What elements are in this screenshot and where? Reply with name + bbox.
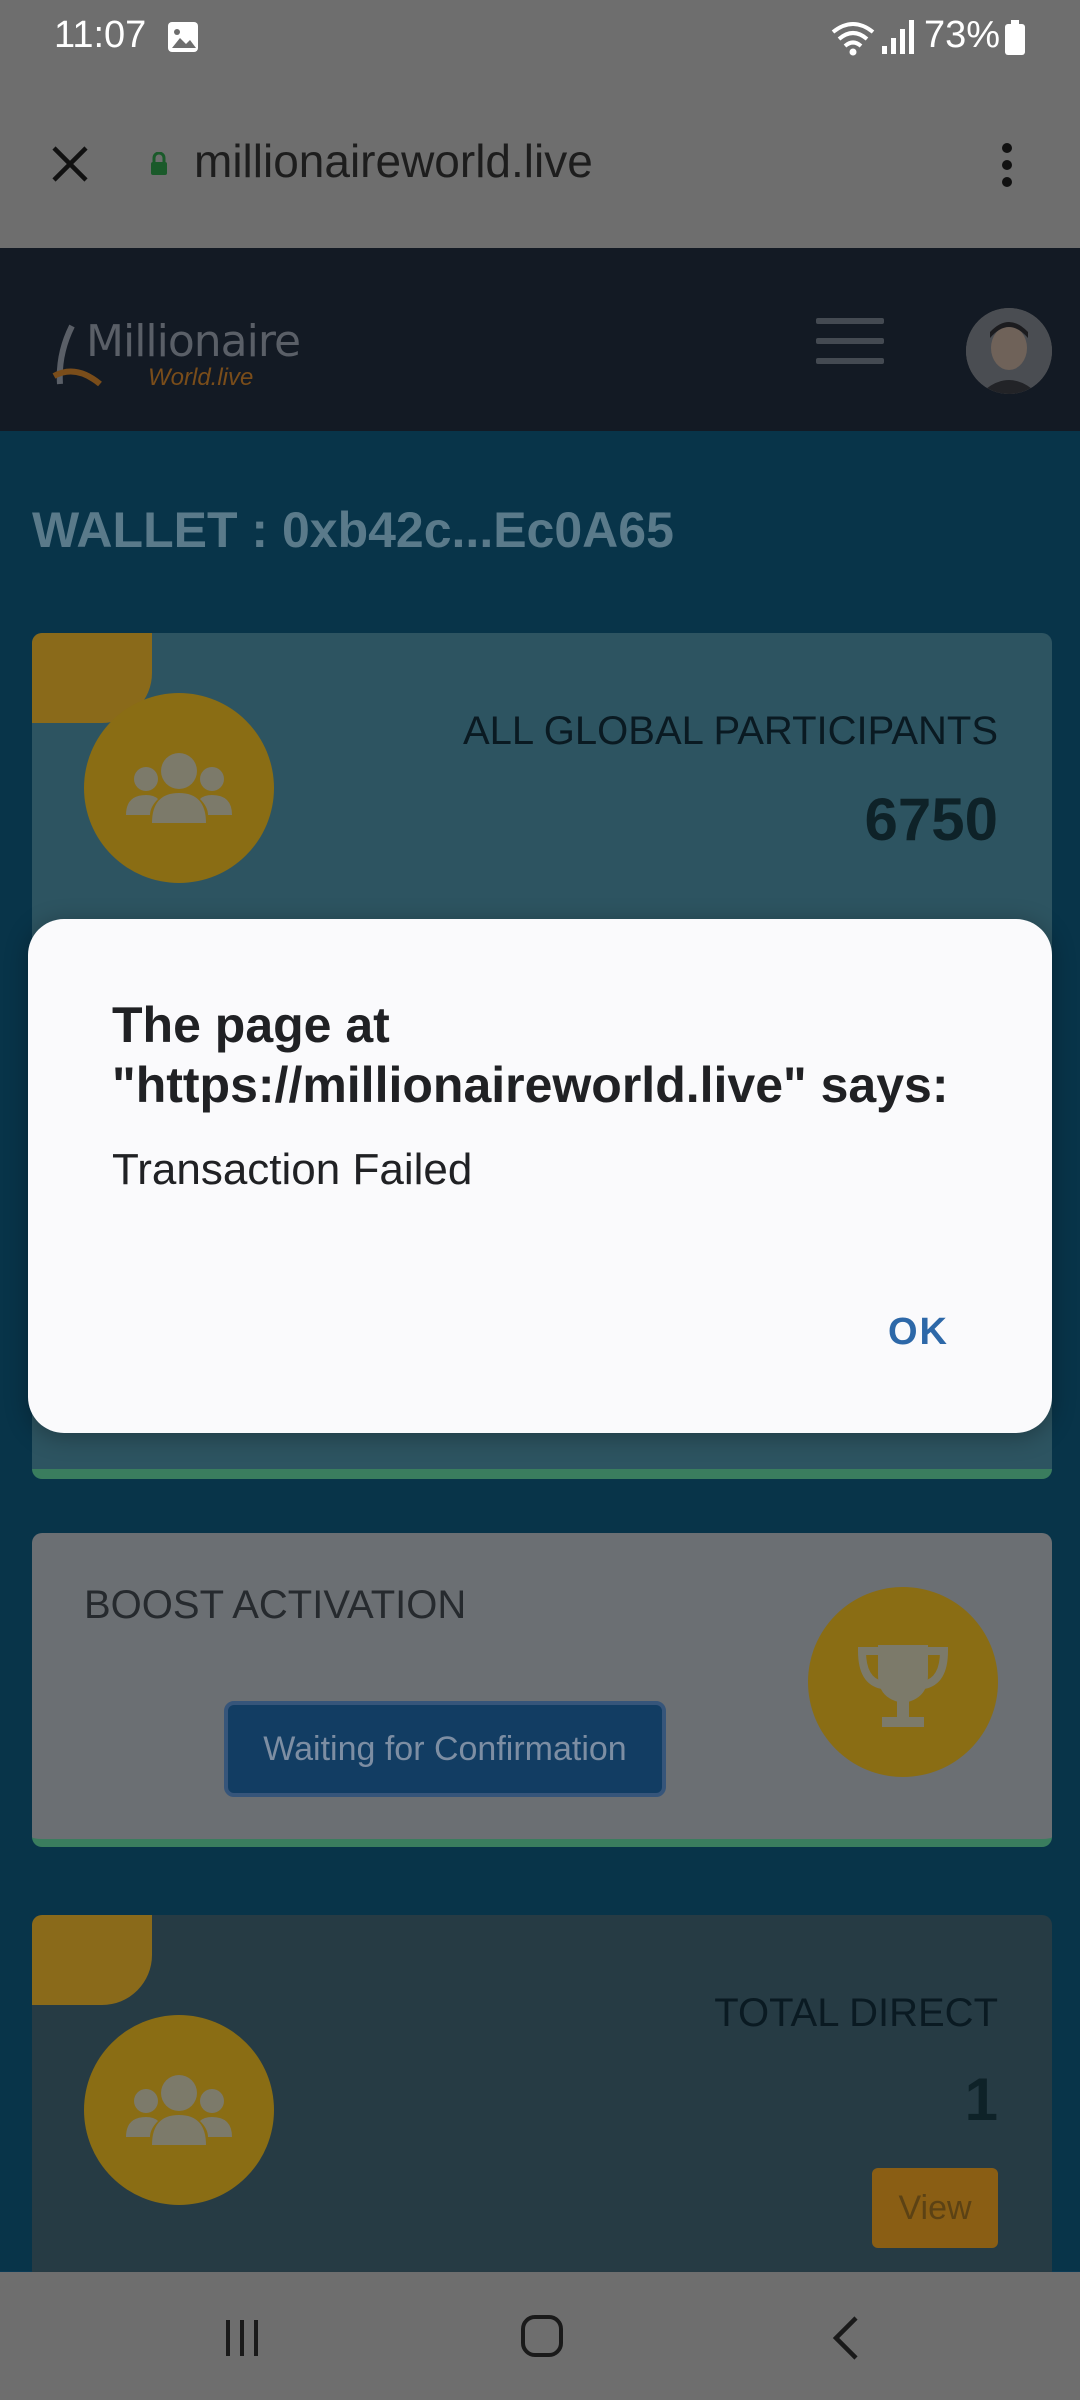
waiting-confirmation-button[interactable]: Waiting for Confirmation bbox=[224, 1701, 666, 1797]
ok-button[interactable]: OK bbox=[888, 1311, 949, 1354]
total-direct-value: 1 bbox=[964, 2066, 998, 2133]
trophy-icon-circle bbox=[808, 1587, 998, 1777]
close-tab-icon[interactable] bbox=[48, 142, 92, 186]
logo-text-sub: World.live bbox=[148, 364, 254, 391]
url-text[interactable]: millionaireworld.live bbox=[194, 134, 593, 188]
back-icon[interactable] bbox=[830, 2314, 860, 2362]
global-participants-title: ALL GLOBAL PARTICIPANTS bbox=[463, 709, 998, 753]
status-time: 11:07 bbox=[54, 14, 147, 56]
lock-icon bbox=[151, 152, 167, 175]
home-icon[interactable] bbox=[520, 2314, 564, 2358]
boost-activation-title: BOOST ACTIVATION bbox=[84, 1583, 467, 1627]
dialog-heading: The page at "https://millionaireworld.li… bbox=[112, 997, 949, 1113]
logo-text-main: Millionaire bbox=[86, 316, 301, 367]
users-group-icon bbox=[126, 2075, 232, 2145]
system-nav-bar bbox=[0, 2272, 1080, 2400]
hamburger-menu-icon[interactable] bbox=[816, 318, 884, 364]
status-bar: 11:07 73% bbox=[0, 0, 1080, 76]
participants-icon-circle bbox=[84, 693, 274, 883]
dialog-message: Transaction Failed bbox=[112, 1145, 473, 1194]
trophy-icon bbox=[857, 1645, 949, 1727]
recent-apps-icon[interactable] bbox=[222, 2318, 262, 2358]
signal-icon bbox=[882, 20, 914, 54]
site-logo[interactable]: Millionaire World.live bbox=[52, 316, 312, 396]
wifi-icon bbox=[831, 22, 875, 56]
avatar-portrait-icon bbox=[966, 308, 1052, 394]
direct-icon-circle bbox=[84, 2015, 274, 2205]
users-group-icon bbox=[126, 753, 232, 823]
alert-dialog: The page at "https://millionaireworld.li… bbox=[28, 919, 1052, 1433]
more-options-icon[interactable] bbox=[990, 140, 1024, 190]
browser-toolbar: millionaireworld.live bbox=[0, 76, 1080, 248]
wallet-address: WALLET : 0xb42c...Ec0A65 bbox=[32, 502, 674, 558]
battery-percent: 73% bbox=[924, 14, 1001, 56]
image-notification-icon bbox=[168, 22, 198, 52]
global-participants-value: 6750 bbox=[864, 786, 998, 853]
view-button[interactable]: View bbox=[872, 2168, 998, 2248]
battery-icon bbox=[1005, 20, 1025, 55]
user-avatar[interactable] bbox=[966, 308, 1052, 394]
site-header: Millionaire World.live bbox=[0, 248, 1080, 431]
card-corner-decoration bbox=[32, 1915, 152, 2005]
total-direct-title: TOTAL DIRECT bbox=[714, 1991, 998, 2035]
total-direct-card: TOTAL DIRECT 1 View bbox=[32, 1915, 1052, 2315]
boost-activation-card: BOOST ACTIVATION Waiting for Confirmatio… bbox=[32, 1533, 1052, 1847]
